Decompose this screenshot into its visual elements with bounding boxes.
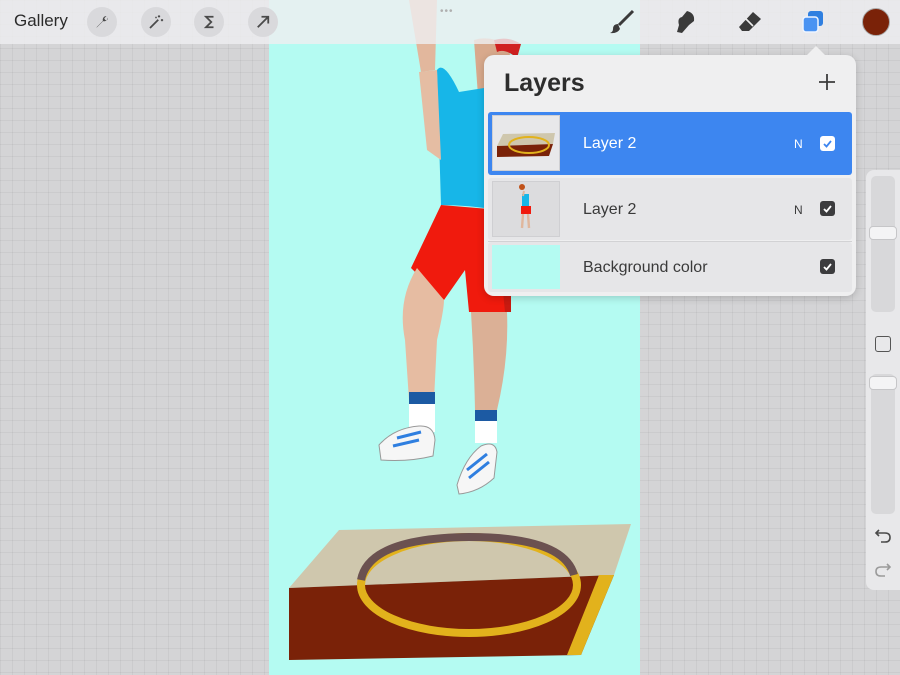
opacity-thumb[interactable] bbox=[869, 376, 897, 390]
layer-row-player[interactable]: Layer 2 N bbox=[488, 178, 852, 240]
brush-size-thumb[interactable] bbox=[869, 226, 897, 240]
magic-wand-icon[interactable] bbox=[141, 7, 171, 37]
drag-grip[interactable]: ••• bbox=[440, 6, 454, 17]
layer-thumbnail-court bbox=[492, 115, 560, 171]
brush-size-slider[interactable] bbox=[869, 176, 897, 312]
visibility-checkbox[interactable] bbox=[820, 259, 835, 274]
layer-row-court[interactable]: Layer 2 N bbox=[488, 112, 852, 175]
top-toolbar: Gallery ••• bbox=[0, 0, 900, 44]
layers-icon[interactable] bbox=[797, 6, 829, 38]
layer-name[interactable]: Background color bbox=[583, 259, 708, 277]
blend-mode-button[interactable]: N bbox=[794, 203, 803, 217]
eraser-icon[interactable] bbox=[734, 6, 766, 38]
court-wood bbox=[289, 575, 614, 660]
left-sock-band bbox=[409, 392, 435, 404]
right-sock bbox=[475, 421, 497, 443]
smudge-icon[interactable] bbox=[670, 6, 702, 38]
right-shoe bbox=[456, 443, 498, 495]
undo-icon[interactable] bbox=[873, 526, 893, 546]
plus-icon[interactable] bbox=[816, 71, 838, 93]
gallery-button[interactable]: Gallery bbox=[14, 11, 68, 31]
layer-name[interactable]: Layer 2 bbox=[583, 201, 636, 219]
blend-mode-button[interactable]: N bbox=[794, 137, 803, 151]
visibility-checkbox[interactable] bbox=[820, 136, 835, 151]
layers-panel: Layers Layer 2 N Layer 2 N Background co… bbox=[484, 46, 856, 296]
right-sidebar bbox=[866, 170, 900, 590]
brush-icon[interactable] bbox=[606, 6, 638, 38]
layer-thumbnail-player bbox=[492, 181, 560, 237]
player-right-leg bbox=[471, 312, 508, 410]
layer-thumbnail-background bbox=[492, 245, 560, 289]
transform-arrow-icon[interactable] bbox=[248, 7, 278, 37]
color-picker-swatch[interactable] bbox=[862, 8, 890, 36]
layer-name[interactable]: Layer 2 bbox=[583, 135, 636, 153]
redo-icon[interactable] bbox=[873, 560, 893, 580]
visibility-checkbox[interactable] bbox=[820, 201, 835, 216]
opacity-slider[interactable] bbox=[869, 374, 897, 514]
right-sock-band bbox=[475, 410, 497, 421]
wrench-icon[interactable] bbox=[87, 7, 117, 37]
panel-caret bbox=[806, 46, 826, 56]
modify-button[interactable] bbox=[875, 336, 891, 352]
layers-title: Layers bbox=[504, 69, 585, 97]
selection-s-icon[interactable] bbox=[194, 7, 224, 37]
layer-row-background-color[interactable]: Background color bbox=[488, 242, 852, 292]
